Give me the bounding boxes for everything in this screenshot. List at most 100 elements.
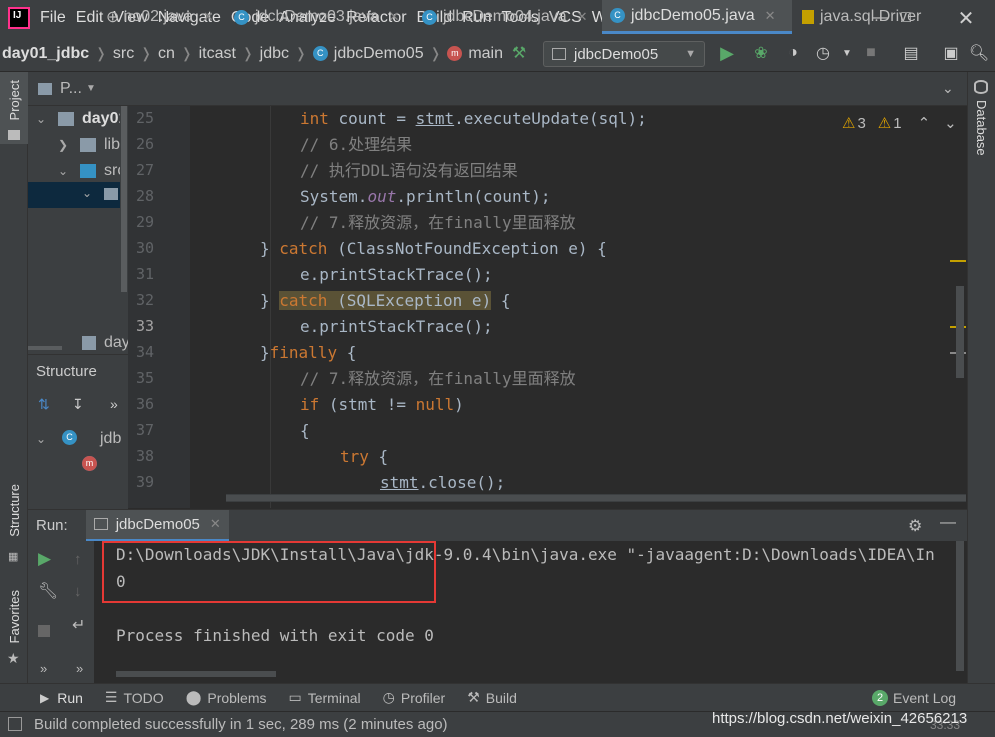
close-tab-icon[interactable]: ✕	[389, 9, 400, 25]
tool-window-toggle-icon[interactable]	[8, 717, 22, 731]
breadcrumb-cn[interactable]: cn	[158, 45, 175, 63]
tab-project[interactable]: P... ▼	[28, 72, 128, 106]
run-icon[interactable]: ▶	[716, 42, 738, 64]
module-folder-icon	[58, 112, 74, 126]
line-number: 38	[135, 447, 154, 465]
run-configuration-label: jdbcDemo05	[574, 45, 659, 63]
tool-tab-todo[interactable]: ☰ TODO	[105, 689, 164, 706]
more-run-options-icon[interactable]: ▼	[836, 42, 858, 64]
warning-count: 3	[857, 114, 866, 132]
tab-label: jdbcDemo05.java	[631, 6, 755, 24]
breadcrumb-jdbc[interactable]: jdbc	[260, 45, 289, 63]
project-structure-icon[interactable]: ▤	[900, 42, 922, 64]
breadcrumb: day01_jdbc ❭ src ❭ cn ❭ itcast ❭ jdbc ❭ …	[2, 44, 504, 63]
debug-icon[interactable]: ❀	[750, 42, 772, 64]
structure-title: Structure	[36, 363, 97, 380]
menu-file[interactable]: File	[40, 9, 66, 27]
close-tab-icon[interactable]: ✕	[765, 8, 776, 24]
tab-jdbcdemo02[interactable]: ⊕ no02.java ✕	[104, 0, 224, 34]
close-tab-icon[interactable]: ✕	[203, 9, 214, 25]
database-tool-label[interactable]: Database	[974, 100, 989, 156]
tab-list-chevron-icon[interactable]: ⌄	[942, 80, 954, 97]
crosshair-icon: ⊕	[106, 9, 120, 26]
menu-edit[interactable]: Edit	[76, 9, 104, 27]
favorites-tool-label[interactable]: Favorites	[7, 590, 22, 643]
indent-guide	[270, 106, 271, 508]
scroll-up-icon[interactable]: ↑	[74, 551, 82, 568]
expand-arrow-icon[interactable]: ⌄	[36, 432, 46, 446]
horizontal-scroll-thumb[interactable]	[28, 346, 62, 350]
tab-jdbcdemo05[interactable]: C jdbcDemo05.java ✕	[602, 0, 792, 34]
presentation-icon[interactable]: ▣	[940, 42, 962, 64]
console-horizontal-scroll-thumb[interactable]	[116, 671, 276, 677]
console-vertical-scroll-thumb[interactable]	[956, 541, 964, 671]
breadcrumb-src[interactable]: src	[113, 45, 134, 63]
tree-selected-row[interactable]: ⌄	[28, 182, 128, 208]
console-output[interactable]: D:\Downloads\JDK\Install\Java\jdk-9.0.4\…	[94, 541, 967, 683]
collapse-arrow-icon[interactable]: ❯	[58, 138, 68, 152]
stop-icon[interactable]	[38, 625, 50, 637]
config-icon	[552, 48, 566, 60]
inspections-widget[interactable]: ⚠ 3 ⚠ 1 ⌃ ⌄	[842, 114, 957, 133]
project-tool-label[interactable]: Project	[7, 80, 22, 120]
search-icon[interactable]: 🔍︎	[968, 42, 990, 64]
editor-vertical-scroll-thumb[interactable]	[956, 286, 964, 378]
hide-panel-icon[interactable]: —	[940, 514, 956, 532]
structure-item[interactable]: jdb	[100, 430, 121, 448]
breadcrumb-method[interactable]: main	[468, 45, 503, 63]
line-number: 34	[135, 343, 154, 361]
rerun-icon[interactable]: ▶	[38, 549, 51, 569]
tool-tab-run[interactable]: ▶ Run	[40, 690, 83, 706]
more-icon[interactable]: »	[40, 661, 47, 676]
settings-gear-icon[interactable]: ⚙	[908, 516, 922, 536]
tool-tab-problems[interactable]: ⬤ Problems	[186, 689, 267, 706]
tool-tab-event-log[interactable]: 2 Event Log	[872, 689, 956, 706]
package-icon	[104, 188, 118, 200]
weak-warning-icon: ⚠	[877, 115, 892, 132]
breadcrumb-project[interactable]: day01_jdbc	[2, 45, 89, 63]
code-editor[interactable]: int count = stmt.executeUpdate(sql); // …	[190, 106, 967, 508]
sort-visibility-icon[interactable]: ⇅	[38, 396, 50, 413]
next-highlight-icon[interactable]: ⌄	[944, 114, 957, 132]
more-icon[interactable]: »	[76, 661, 83, 676]
tool-tab-terminal[interactable]: ▭ Terminal	[289, 689, 361, 706]
previous-highlight-icon[interactable]: ⌃	[918, 114, 931, 132]
tab-jdbcdemo04[interactable]: C jdbcDemo04.java ✕	[414, 0, 600, 34]
line-number: 25	[135, 109, 154, 127]
profiler-icon: ◷	[382, 689, 395, 705]
close-window-icon[interactable]: ✕	[943, 0, 989, 36]
breadcrumb-class[interactable]: jdbcDemo05	[334, 45, 424, 63]
breadcrumb-itcast[interactable]: itcast	[199, 45, 236, 63]
scroll-down-icon[interactable]: ↓	[74, 583, 82, 600]
tool-tab-build[interactable]: ⚒ Build	[467, 689, 517, 706]
build-hammer-icon[interactable]: ⚒	[508, 42, 530, 64]
method-icon: m	[447, 46, 463, 61]
wrench-icon[interactable]: 🔧︎	[38, 581, 58, 601]
structure-tool-label[interactable]: Structure	[7, 484, 22, 537]
tab-java-sql-driver[interactable]: java.sql.Driver	[794, 0, 934, 34]
tool-tab-label: Build	[485, 689, 517, 706]
soft-wrap-icon[interactable]: ↵	[72, 615, 85, 635]
expand-arrow-icon[interactable]: ⌄	[36, 112, 46, 126]
close-tab-icon[interactable]: ✕	[210, 516, 221, 532]
profile-icon[interactable]: ◷	[812, 42, 834, 64]
problems-icon: ⬤	[185, 689, 202, 705]
sort-alpha-icon[interactable]: ↧	[72, 396, 84, 413]
todo-list-icon: ☰	[104, 689, 118, 705]
coverage-icon[interactable]: ◑	[782, 42, 804, 64]
editor-horizontal-scrollbar[interactable]	[226, 494, 966, 502]
status-message[interactable]: Build completed successfully in 1 sec, 2…	[34, 716, 448, 733]
more-icon[interactable]: »	[110, 396, 118, 412]
close-tab-icon[interactable]: ✕	[577, 9, 588, 25]
folder-icon	[8, 130, 20, 140]
tool-tab-label: Run	[57, 689, 83, 706]
expand-arrow-icon[interactable]: ⌄	[58, 164, 68, 178]
stop-icon[interactable]: ■	[860, 42, 882, 64]
tree-day-item[interactable]: day	[104, 334, 130, 352]
tab-jdcbdemo03[interactable]: C jdcbDemo03.java ✕	[226, 0, 412, 34]
error-stripe-marker[interactable]	[950, 260, 966, 262]
tool-tab-profiler[interactable]: ◷ Profiler	[383, 689, 446, 706]
star-icon: ★	[7, 650, 20, 666]
run-configuration-select[interactable]: jdbcDemo05 ▼	[543, 41, 705, 67]
run-tab[interactable]: jdbcDemo05 ✕	[85, 509, 229, 542]
